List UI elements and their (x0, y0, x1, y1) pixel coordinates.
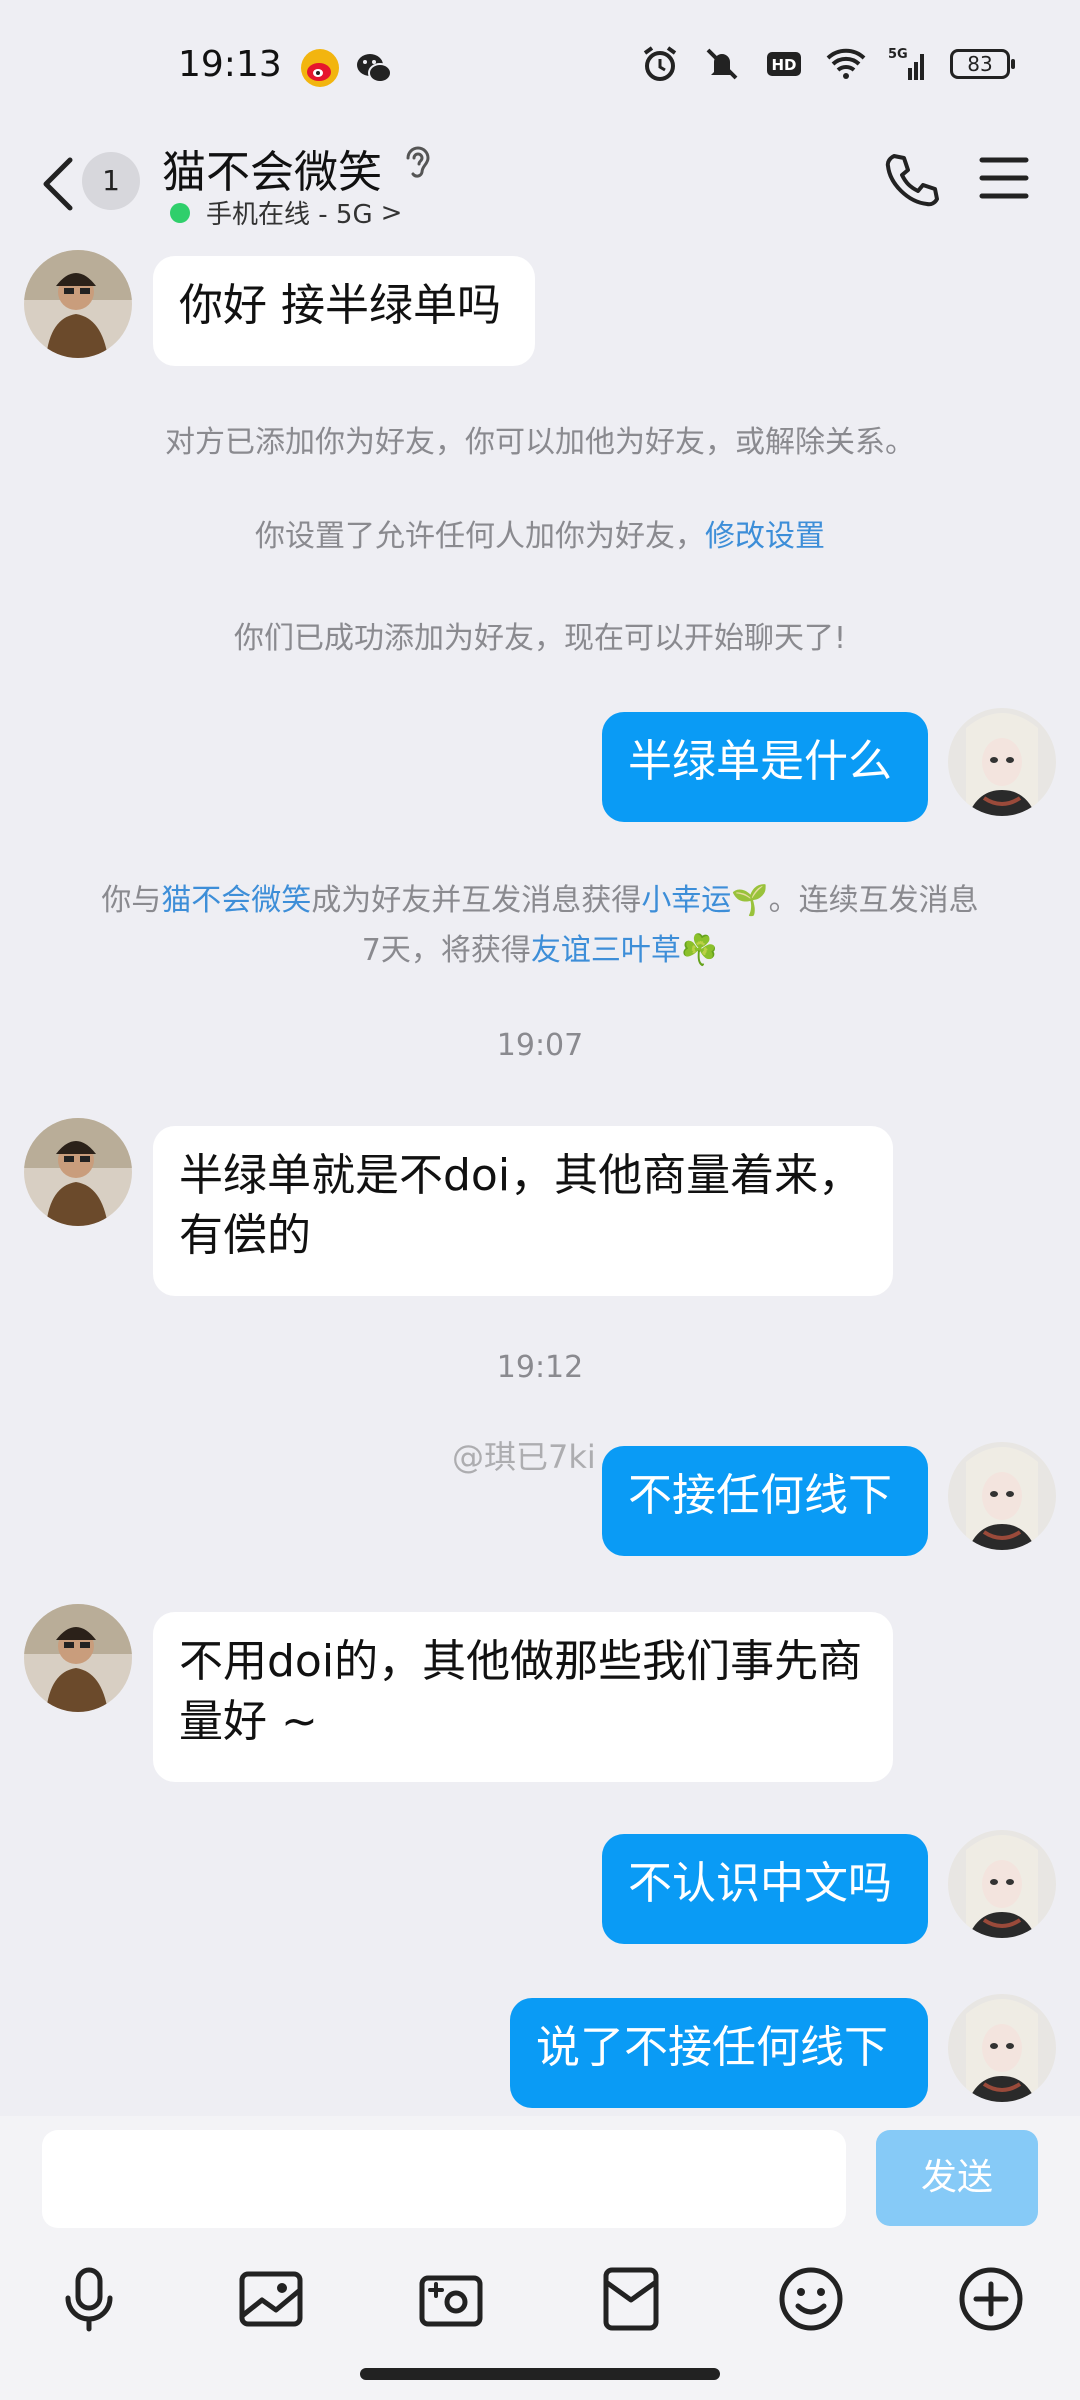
svg-text:HD: HD (771, 56, 796, 74)
message-list[interactable]: 你好 接半绿单吗 对方已添加你为好友，你可以加他为好友，或解除关系。 你设置了允… (0, 248, 1080, 2116)
hd-icon: HD (767, 52, 801, 76)
system-notice: 你们已成功添加为好友，现在可以开始聊天了! (233, 621, 847, 656)
image-icon[interactable] (236, 2264, 306, 2334)
notice-text: 你与 (101, 883, 162, 918)
message-bubble-incoming[interactable]: 半绿单就是不doi，其他商量着来，有偿的 (153, 1126, 893, 1296)
lucky-sprout-link[interactable]: 小幸运🌱 (641, 883, 768, 918)
unread-badge[interactable]: 1 (82, 152, 140, 210)
signal-5g-icon: 5G (888, 47, 924, 80)
watermark-text: @琪已7ki (452, 1438, 596, 1476)
my-avatar[interactable] (948, 1442, 1056, 1550)
online-status[interactable]: 手机在线 - 5G > (170, 194, 402, 231)
ear-icon[interactable] (400, 142, 436, 186)
my-avatar[interactable] (948, 1994, 1056, 2102)
timestamp: 19:12 (496, 1350, 584, 1385)
system-notice: 对方已添加你为好友，你可以加他为好友，或解除关系。 (165, 425, 915, 460)
status-chevron-icon: > (380, 197, 403, 228)
contact-avatar[interactable] (24, 1118, 132, 1226)
online-dot (170, 202, 190, 223)
timestamp: 19:07 (496, 1028, 584, 1063)
status-bar: 19:13 HD 5G 83 (0, 0, 1080, 130)
notice-text: 。连续互发消息 (768, 883, 979, 918)
message-bubble-incoming[interactable]: 不用doi的，其他做那些我们事先商量好 ~ (153, 1612, 893, 1782)
clover-link[interactable]: 友谊三叶草☘️ (531, 933, 718, 968)
emoji-icon[interactable] (776, 2264, 846, 2334)
chat-title[interactable]: 猫不会微笑 (162, 136, 382, 200)
friendship-notice: 你与猫不会微笑成为好友并互发消息获得小幸运🌱。连续互发消息 7天，将获得友谊三叶… (0, 876, 1080, 976)
message-bubble-outgoing[interactable]: 不认识中文吗 (602, 1834, 928, 1944)
plus-icon[interactable] (956, 2264, 1026, 2334)
mute-icon (706, 48, 738, 80)
contact-avatar[interactable] (24, 1604, 132, 1712)
battery-indicator: 83 (950, 49, 1015, 79)
contact-name-link[interactable]: 猫不会微笑 (161, 883, 311, 918)
contact-avatar[interactable] (24, 250, 132, 358)
message-bubble-outgoing[interactable]: 半绿单是什么 (602, 712, 928, 822)
my-avatar[interactable] (948, 1830, 1056, 1938)
system-notice: 你设置了允许任何人加你为好友，修改设置 (0, 512, 1080, 562)
online-status-text: 手机在线 - 5G (206, 200, 373, 230)
my-avatar[interactable] (948, 708, 1056, 816)
menu-icon[interactable] (978, 154, 1030, 202)
send-button[interactable]: 发送 (876, 2130, 1038, 2226)
wifi-icon (826, 48, 866, 79)
message-bubble-outgoing[interactable]: 说了不接任何线下 (510, 1998, 928, 2108)
weibo-icon (301, 49, 339, 87)
back-arrow-icon[interactable] (38, 154, 78, 214)
modify-settings-link[interactable]: 修改设置 (705, 519, 825, 554)
wechat-icon (357, 54, 392, 83)
status-time: 19:13 (178, 44, 282, 85)
home-indicator[interactable] (360, 2368, 720, 2380)
notice-text: 7天，将获得 (361, 933, 531, 968)
camera-icon[interactable] (416, 2264, 486, 2334)
alarm-icon (643, 46, 677, 81)
message-bubble-incoming[interactable]: 你好 接半绿单吗 (153, 256, 535, 366)
mic-icon[interactable] (54, 2264, 124, 2334)
notice-text: 成为好友并互发消息获得 (311, 883, 642, 918)
phone-call-icon[interactable] (880, 150, 940, 210)
input-bar: 发送 (0, 2116, 1080, 2400)
message-input[interactable] (42, 2130, 846, 2228)
svg-text:5G: 5G (888, 47, 908, 62)
red-packet-icon[interactable] (596, 2264, 666, 2334)
status-icons: HD 5G 83 (640, 44, 1015, 84)
message-bubble-outgoing[interactable]: 不接任何线下 (602, 1446, 928, 1556)
system-notice-text: 你设置了允许任何人加你为好友， (255, 519, 705, 554)
